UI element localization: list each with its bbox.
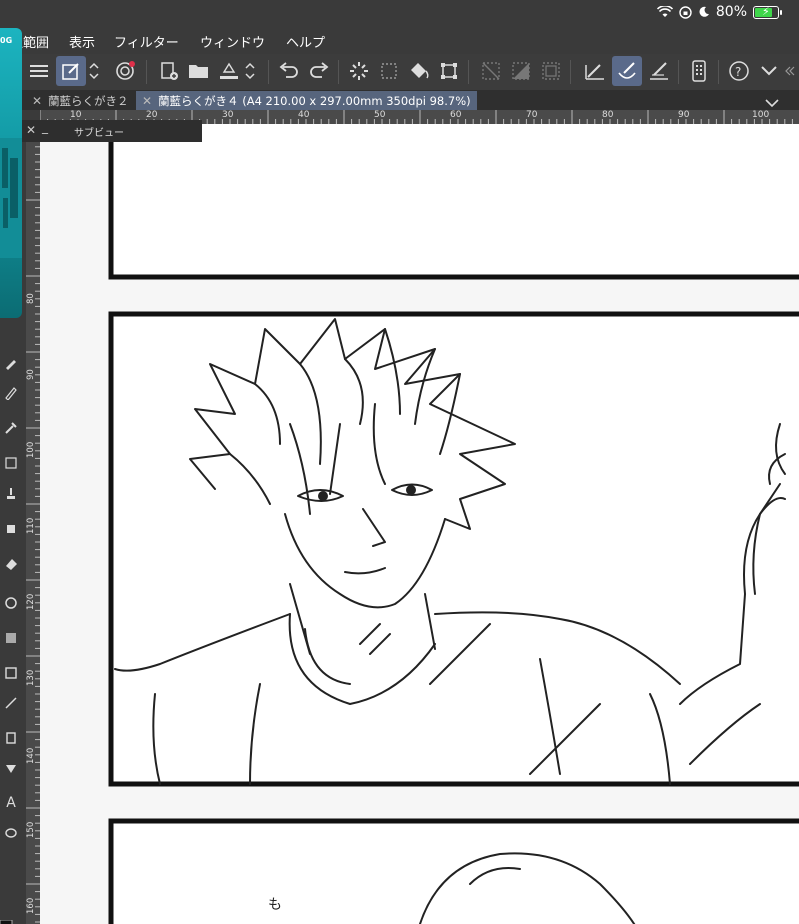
- eraser-tool-icon[interactable]: [2, 554, 20, 572]
- ruler-label: 50: [374, 110, 386, 120]
- moon-icon: [699, 6, 709, 17]
- comic-panel-1: [108, 124, 799, 280]
- fill-bucket-icon[interactable]: [404, 56, 434, 86]
- ruler-label: 160: [26, 897, 36, 914]
- svg-text:?: ?: [735, 65, 741, 79]
- transform-icon[interactable]: [434, 56, 464, 86]
- fill-tool-icon[interactable]: [2, 594, 20, 612]
- new-file-icon[interactable]: [154, 56, 184, 86]
- ruler-label: 70: [526, 110, 538, 120]
- clear-selection-icon[interactable]: [476, 56, 506, 86]
- slide-over-app-panel[interactable]: 0G: [0, 28, 22, 318]
- ruler-label: 80: [602, 110, 614, 120]
- ruler-label: 20: [146, 110, 158, 120]
- edit-layer-icon[interactable]: [56, 56, 86, 86]
- pencil-tool-icon[interactable]: [2, 384, 20, 402]
- ruler-label: 60: [450, 110, 462, 120]
- ruler-label: 90: [678, 110, 690, 120]
- ruler-label: 110: [26, 517, 36, 534]
- open-folder-icon[interactable]: [184, 56, 214, 86]
- app-badge-label: 0G: [0, 36, 13, 45]
- battery-percent: 80%: [715, 4, 747, 20]
- loading-spinner-icon[interactable]: [344, 56, 374, 86]
- decoration-tool-icon[interactable]: [2, 454, 20, 472]
- gradient-tool-icon[interactable]: [2, 629, 20, 647]
- app-window: { "status": { "battery_text": "80%", "ba…: [0, 0, 799, 924]
- help-icon[interactable]: ?: [724, 56, 754, 86]
- menu-bar: 択範囲 表示 フィルター ウィンドウ ヘルプ: [0, 28, 799, 54]
- export-chevron-icon[interactable]: [242, 56, 258, 86]
- manga-page-canvas[interactable]: も: [40, 124, 799, 924]
- undo-icon[interactable]: [274, 56, 304, 86]
- invert-selection-icon[interactable]: [506, 56, 536, 86]
- special-ruler-snap-icon[interactable]: [612, 56, 642, 86]
- ruler-label: 10: [70, 110, 82, 120]
- clip-studio-icon[interactable]: [110, 56, 140, 86]
- redo-icon[interactable]: [304, 56, 334, 86]
- grid-snap-icon[interactable]: [644, 56, 674, 86]
- tab-close-icon[interactable]: ✕: [32, 94, 42, 108]
- app-thumbnail-icon: [0, 138, 22, 258]
- tab-close-icon[interactable]: ✕: [142, 94, 152, 108]
- tab-label: 蘭藍らくがき４ (A4 210.00 x 297.00mm 350dpi 98.…: [158, 93, 471, 108]
- tab-label: 蘭藍らくがき２: [48, 93, 129, 108]
- ruler-label: 140: [26, 747, 36, 764]
- subview-panel[interactable]: ✕ _ サブビュー: [22, 120, 202, 142]
- ruler-label: 90: [26, 369, 36, 380]
- figure-tool-icon[interactable]: [2, 664, 20, 682]
- tab-document-4[interactable]: ✕ 蘭藍らくがき４ (A4 210.00 x 297.00mm 350dpi 9…: [136, 91, 477, 110]
- device-settings-icon[interactable]: [684, 56, 714, 86]
- subview-title: サブビュー: [74, 128, 124, 139]
- ruler-label: 120: [26, 593, 36, 610]
- battery-icon: ⚡: [753, 4, 782, 19]
- menu-view[interactable]: 表示: [69, 32, 95, 51]
- comic-panel-2: [108, 311, 799, 787]
- menu-help[interactable]: ヘルプ: [286, 32, 325, 51]
- ruler-label: 150: [26, 821, 36, 838]
- menu-window[interactable]: ウィンドウ: [200, 32, 265, 51]
- ruler-label: 130: [26, 669, 36, 686]
- deselect-icon[interactable]: [374, 56, 404, 86]
- orientation-lock-icon: [679, 5, 692, 19]
- vertical-ruler: 80 90 100 110 120 130 140 150 160: [26, 124, 40, 924]
- color-swatch[interactable]: [0, 919, 22, 924]
- sfx-text: も: [268, 897, 282, 913]
- text-tool-icon[interactable]: A: [2, 794, 20, 812]
- subview-close-icon[interactable]: ✕: [26, 123, 36, 137]
- hamburger-menu-icon[interactable]: [24, 56, 54, 86]
- document-tab-bar: ✕ 蘭藍らくがき２ ✕ 蘭藍らくがき４ (A4 210.00 x 297.00m…: [22, 90, 799, 110]
- triangle-tool-icon[interactable]: [2, 759, 20, 777]
- wifi-icon: [656, 6, 673, 17]
- status-bar: 80% ⚡: [0, 0, 799, 28]
- balloon-tool-icon[interactable]: [2, 824, 20, 842]
- charging-bolt-icon: ⚡: [762, 4, 770, 18]
- frame-tool-icon[interactable]: [2, 694, 20, 712]
- ruler-tool-icon[interactable]: [2, 729, 20, 747]
- ruler-label: 100: [26, 441, 36, 458]
- blend-tool-icon[interactable]: [2, 519, 20, 537]
- ruler-label: 30: [222, 110, 234, 120]
- subview-minimize-icon[interactable]: _: [42, 120, 48, 134]
- canvas-area[interactable]: も: [40, 124, 799, 924]
- ruler-label: 100: [752, 110, 770, 120]
- updown-chevron-icon[interactable]: [86, 56, 102, 86]
- ruler-label: 80: [26, 293, 36, 304]
- ruler-label: 40: [298, 110, 310, 120]
- command-bar: ?: [22, 54, 799, 90]
- select-all-icon[interactable]: [536, 56, 566, 86]
- pen-tool-icon[interactable]: [2, 354, 20, 372]
- tab-document-2[interactable]: ✕ 蘭藍らくがき２: [26, 91, 135, 110]
- panel-collapse-icon[interactable]: [780, 56, 798, 86]
- brush-tool-icon[interactable]: [2, 419, 20, 437]
- airbrush-tool-icon[interactable]: [2, 484, 20, 502]
- menu-filter[interactable]: フィルター: [114, 32, 179, 51]
- export-icon[interactable]: [214, 56, 244, 86]
- ruler-snap-icon[interactable]: [580, 56, 610, 86]
